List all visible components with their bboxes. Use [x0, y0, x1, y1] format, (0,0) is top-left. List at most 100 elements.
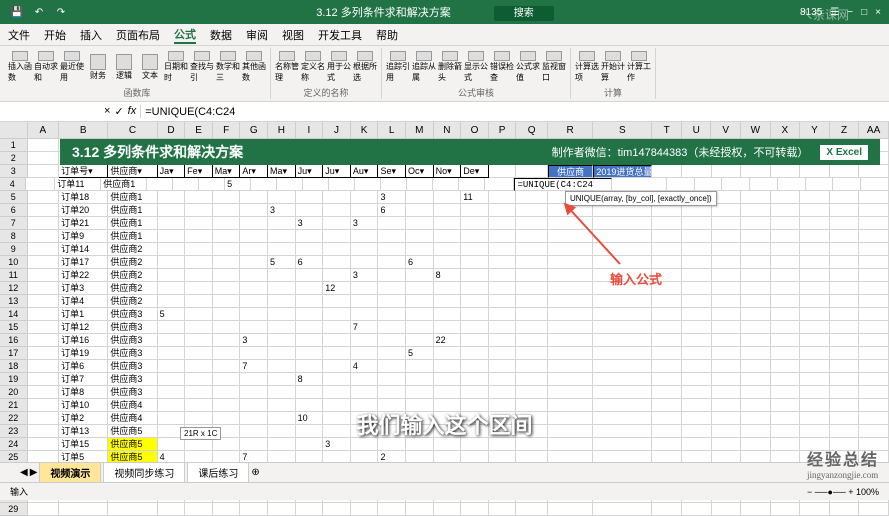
cell-N11[interactable]: 8: [434, 269, 462, 282]
cell-I11[interactable]: [296, 269, 324, 282]
cell-P3[interactable]: [489, 165, 517, 178]
cell-T22[interactable]: [652, 412, 682, 425]
cell-Y21[interactable]: [800, 399, 830, 412]
cell-W11[interactable]: [741, 269, 771, 282]
cell-E10[interactable]: [185, 256, 213, 269]
cell-A11[interactable]: [28, 269, 60, 282]
cell-M29[interactable]: [406, 503, 434, 516]
cell-B6[interactable]: 订单20: [59, 204, 108, 217]
cell-P6[interactable]: [489, 204, 517, 217]
cell-N5[interactable]: [434, 191, 462, 204]
cell-F7[interactable]: [213, 217, 241, 230]
cell-Z11[interactable]: [830, 269, 860, 282]
cell-B14[interactable]: 订单1: [59, 308, 108, 321]
cell-O9[interactable]: [461, 243, 489, 256]
cell-C13[interactable]: 供应商2: [108, 295, 157, 308]
cell-C14[interactable]: 供应商3: [108, 308, 157, 321]
cell-D9[interactable]: [158, 243, 186, 256]
cell-J13[interactable]: [323, 295, 351, 308]
cell-H3[interactable]: Ma▾: [268, 165, 296, 178]
cell-M12[interactable]: [406, 282, 434, 295]
cell-K19[interactable]: [351, 373, 379, 386]
cell-L11[interactable]: [378, 269, 406, 282]
cell-O29[interactable]: [461, 503, 489, 516]
cell-N29[interactable]: [434, 503, 462, 516]
col-header-I[interactable]: I: [296, 122, 324, 138]
filter-dropdown-icon[interactable]: ▾: [227, 166, 232, 176]
cell-Q9[interactable]: [516, 243, 548, 256]
cell-Q16[interactable]: [516, 334, 548, 347]
cell-A22[interactable]: [28, 412, 60, 425]
col-header-E[interactable]: E: [185, 122, 213, 138]
cell-U4[interactable]: [695, 178, 723, 191]
cell-D22[interactable]: [158, 412, 186, 425]
cell-P8[interactable]: [489, 230, 517, 243]
cell-C8[interactable]: 供应商1: [108, 230, 157, 243]
cell-L10[interactable]: [378, 256, 406, 269]
cell-I29[interactable]: [296, 503, 324, 516]
row-header-19[interactable]: 19: [0, 373, 28, 386]
cell-X6[interactable]: [771, 204, 801, 217]
col-header-X[interactable]: X: [771, 122, 801, 138]
cell-I16[interactable]: [296, 334, 324, 347]
cell-F21[interactable]: [213, 399, 241, 412]
cell-U19[interactable]: [682, 373, 712, 386]
cell-K6[interactable]: [351, 204, 379, 217]
cell-Q17[interactable]: [516, 347, 548, 360]
cell-B12[interactable]: 订单3: [59, 282, 108, 295]
cell-R12[interactable]: [548, 282, 593, 295]
cell-G15[interactable]: [240, 321, 268, 334]
cell-X29[interactable]: [771, 503, 801, 516]
cell-D7[interactable]: [158, 217, 186, 230]
row-header-16[interactable]: 16: [0, 334, 28, 347]
row-header-9[interactable]: 9: [0, 243, 28, 256]
cell-I23[interactable]: [296, 425, 324, 438]
ribbon-数学和三角函数[interactable]: 数学和三: [216, 51, 240, 83]
cell-J6[interactable]: [323, 204, 351, 217]
menu-视图[interactable]: 视图: [282, 27, 304, 43]
cell-V19[interactable]: [712, 373, 742, 386]
row-header-22[interactable]: 22: [0, 412, 28, 425]
cell-I9[interactable]: [296, 243, 324, 256]
cell-S15[interactable]: [593, 321, 652, 334]
ribbon-查找与引用[interactable]: 查找与引: [190, 51, 214, 83]
cell-V29[interactable]: [712, 503, 742, 516]
filter-dropdown-icon[interactable]: ▾: [364, 166, 369, 176]
cell-P16[interactable]: [489, 334, 517, 347]
cell-H29[interactable]: [268, 503, 296, 516]
row-header-14[interactable]: 14: [0, 308, 28, 321]
cell-E20[interactable]: [185, 386, 213, 399]
cell-H18[interactable]: [268, 360, 296, 373]
ribbon-日期和时间[interactable]: 日期和时: [164, 51, 188, 83]
cell-O20[interactable]: [461, 386, 489, 399]
cell-A10[interactable]: [28, 256, 60, 269]
cell-Z21[interactable]: [830, 399, 860, 412]
cell-A4[interactable]: [26, 178, 56, 191]
cell-L4[interactable]: [355, 178, 381, 191]
cell-Y9[interactable]: [800, 243, 830, 256]
cell-W24[interactable]: [741, 438, 771, 451]
cell-S17[interactable]: [593, 347, 652, 360]
cell-K15[interactable]: 7: [351, 321, 379, 334]
col-header-N[interactable]: N: [434, 122, 462, 138]
cell-J10[interactable]: [323, 256, 351, 269]
filter-dropdown-icon[interactable]: ▾: [137, 166, 142, 176]
cell-C16[interactable]: 供应商3: [108, 334, 157, 347]
cell-Y18[interactable]: [800, 360, 830, 373]
cell-Y20[interactable]: [800, 386, 830, 399]
col-header-L[interactable]: L: [378, 122, 406, 138]
cell-V10[interactable]: [712, 256, 742, 269]
cell-C19[interactable]: 供应商3: [108, 373, 157, 386]
cell-L17[interactable]: [378, 347, 406, 360]
cell-Y11[interactable]: [800, 269, 830, 282]
col-header-M[interactable]: M: [406, 122, 434, 138]
cell-J21[interactable]: [323, 399, 351, 412]
cell-L16[interactable]: [378, 334, 406, 347]
cell-A12[interactable]: [28, 282, 60, 295]
cell-E11[interactable]: [185, 269, 213, 282]
cell-T16[interactable]: [652, 334, 682, 347]
cell-E18[interactable]: [185, 360, 213, 373]
ribbon-追踪从属单元格[interactable]: 追踪从属: [412, 51, 436, 83]
cell-V3[interactable]: [712, 165, 742, 178]
cell-C4[interactable]: 供应商1: [101, 178, 147, 191]
